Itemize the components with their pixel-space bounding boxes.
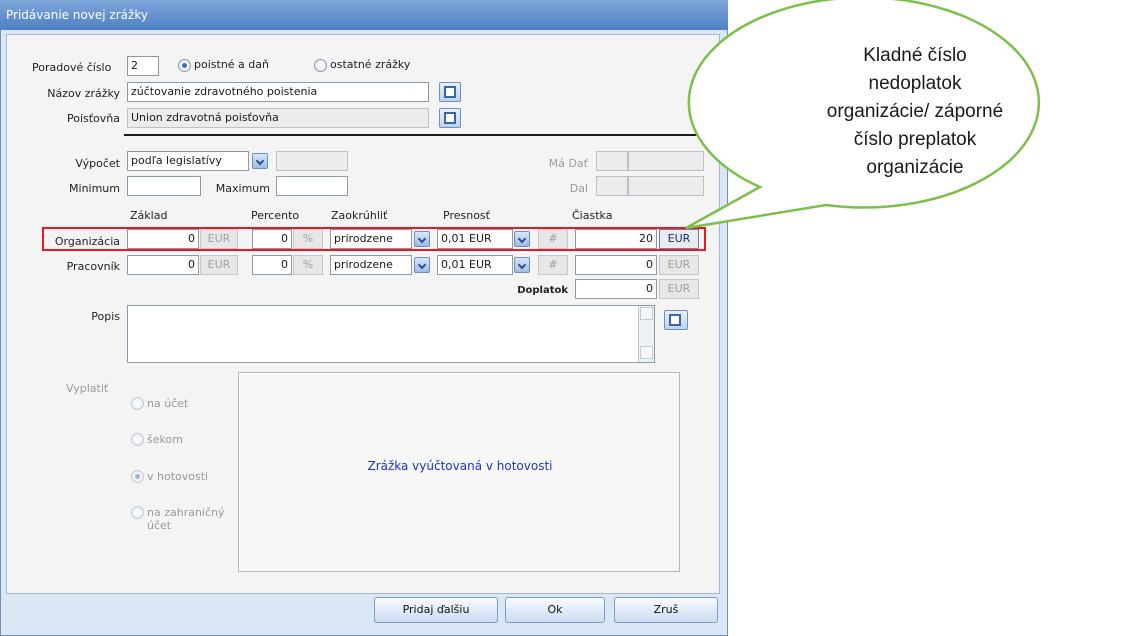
callout-text: Kladné číslo nedoplatok organizácie/ záp…: [790, 42, 1040, 182]
callout-line: organizácie: [866, 157, 964, 178]
callout-line: číslo preplatok: [853, 129, 977, 150]
callout-line: organizácie/ záporné: [826, 101, 1004, 122]
callout-line: Kladné číslo: [863, 45, 967, 66]
callout-line: nedoplatok: [868, 73, 962, 94]
